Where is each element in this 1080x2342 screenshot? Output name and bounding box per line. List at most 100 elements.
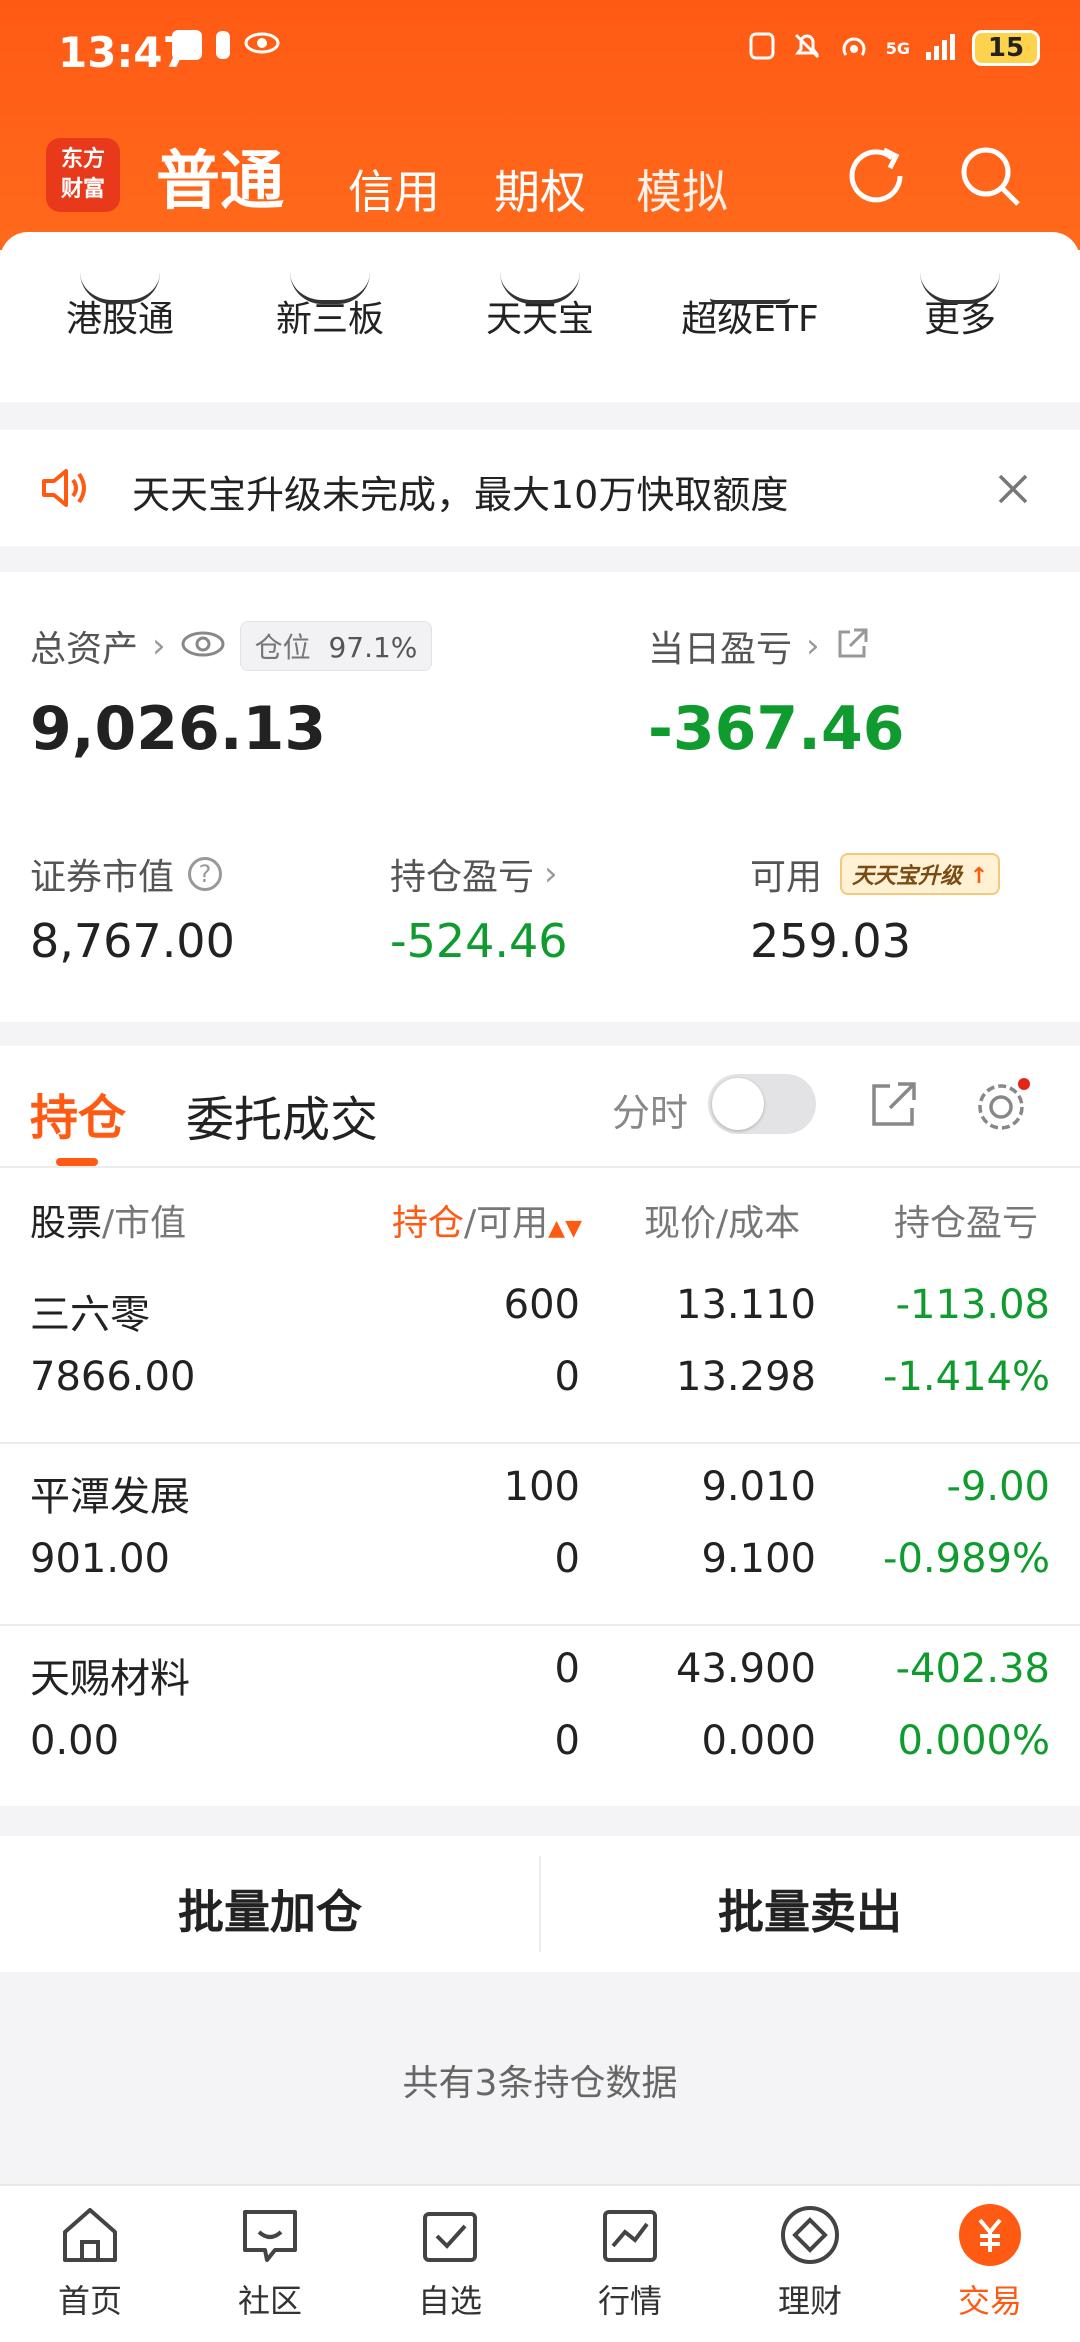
current-price: 9.010 (701, 1464, 816, 1510)
available-label: 可用 (750, 857, 823, 898)
app-logo[interactable]: 东方 财富 (46, 138, 120, 212)
status-right-icons: 5G 15 (748, 30, 1040, 66)
column-stock-mv: 股票/市值 (30, 1194, 186, 1246)
chat-icon (235, 2200, 305, 2270)
eye-icon (244, 31, 280, 59)
tab-options[interactable]: 期权 (494, 156, 586, 222)
holding-pl-pct: 0.000% (897, 1718, 1050, 1764)
sort-icon: ▲▼ (548, 1216, 582, 1241)
notice-text: 天天宝升级未完成，最大10万快取额度 (132, 473, 789, 517)
holding-pl-row[interactable]: 持仓盈亏 › (390, 848, 558, 900)
divider (0, 1442, 1080, 1444)
nav-label: 社区 (237, 2282, 302, 2320)
help-icon[interactable]: ? (188, 857, 223, 891)
total-assets-value: 9,026.13 (30, 694, 327, 764)
column-price-cost[interactable]: 现价/成本 (644, 1194, 800, 1246)
shortcut-bar: 港股通 新三板 天天宝 超级ETF 更多 (0, 232, 1080, 402)
nav-wealth[interactable]: 理财 (720, 2196, 900, 2322)
share-icon[interactable] (834, 626, 870, 666)
available-value: 259.03 (750, 914, 911, 968)
shortcut-super-etf[interactable]: 超级ETF (642, 290, 858, 342)
shortcut-hk-connect[interactable]: 港股通 (12, 290, 228, 342)
quantity: 0 (554, 1646, 580, 1692)
etf-icon (710, 240, 790, 304)
batch-sell-button[interactable]: 批量卖出 (540, 1876, 1080, 1942)
column-holding-pl[interactable]: 持仓盈亏 (894, 1194, 1054, 1246)
settings-icon[interactable] (972, 1076, 1030, 1138)
eye-icon[interactable] (180, 629, 226, 663)
tab-normal[interactable]: 普通 (156, 130, 284, 222)
status-bar: 13:47 5G 15 (0, 0, 1080, 110)
holding-pl-label: 持仓盈亏 (390, 857, 535, 898)
holding-pl: -113.08 (895, 1282, 1050, 1328)
cost-price: 13.298 (676, 1354, 816, 1400)
available-qty: 0 (554, 1718, 580, 1764)
tab-indicator (56, 1158, 98, 1166)
signal-bars-icon (926, 32, 956, 64)
shortcut-tiantianbao[interactable]: 天天宝 (432, 290, 648, 342)
toggle-knob (712, 1078, 764, 1130)
daily-pl-row[interactable]: 当日盈亏 › (648, 620, 870, 672)
column-label: /可用 (464, 1203, 549, 1244)
tab-credit[interactable]: 信用 (348, 156, 440, 222)
fenshi-label: 分时 (612, 1091, 689, 1135)
nav-trade[interactable]: 交易 (900, 2196, 1080, 2322)
nav-market[interactable]: 行情 (540, 2196, 720, 2322)
holding-pl-value: -524.46 (390, 914, 568, 968)
chevron-right-icon: › (544, 854, 558, 894)
fenshi-toggle[interactable] (708, 1074, 816, 1134)
holding-pl-pct: -0.989% (883, 1536, 1050, 1582)
position-label: 仓位 (254, 631, 311, 664)
home-icon (55, 2200, 125, 2270)
column-label: /市值 (102, 1203, 187, 1244)
table-row[interactable]: 天赐材料 0.00 0 0 43.900 0.000 -402.38 0.000… (0, 1634, 1080, 1804)
nav-label: 交易 (957, 2282, 1022, 2320)
diamond-icon (775, 2200, 845, 2270)
nav-home[interactable]: 首页 (0, 2196, 180, 2322)
stock-name: 平潭发展 (30, 1474, 190, 1520)
column-label: 股票 (30, 1203, 103, 1244)
top-nav: 东方 财富 普通 信用 期权 模拟 (0, 118, 1080, 228)
trade-icon (955, 2200, 1025, 2270)
current-price: 13.110 (676, 1282, 816, 1328)
nav-watchlist[interactable]: 自选 (360, 2196, 540, 2322)
share-icon[interactable] (868, 1078, 920, 1134)
nav-label: 自选 (417, 2282, 482, 2320)
assets-panel: 总资产 › 仓位 97.1% 9,026.13 当日盈亏 › -367.46 证… (0, 572, 1080, 1022)
tab-holdings[interactable]: 持仓 (30, 1078, 126, 1148)
search-icon[interactable] (952, 138, 1028, 214)
signal-icon: 5G (885, 38, 910, 58)
total-assets-row[interactable]: 总资产 › 仓位 97.1% (30, 620, 433, 672)
upgrade-badge[interactable]: 天天宝升级 ↑ (840, 853, 1001, 895)
stock-name: 天赐材料 (30, 1656, 190, 1702)
market-value: 901.00 (30, 1536, 170, 1582)
position-badge: 仓位 97.1% (239, 621, 433, 671)
nav-label: 首页 (57, 2282, 122, 2320)
shortcut-label: 天天宝 (485, 299, 594, 340)
holding-pl: -9.00 (946, 1464, 1051, 1510)
tab-simulated[interactable]: 模拟 (636, 156, 728, 222)
shortcut-neeq[interactable]: 新三板 (222, 290, 438, 342)
close-icon[interactable] (996, 472, 1030, 510)
daily-pl-value: -367.46 (648, 694, 905, 764)
market-value-label: 证券市值 (30, 857, 175, 898)
battery-icon: 15 (972, 30, 1040, 66)
nfc-icon (748, 31, 776, 65)
holding-pl: -402.38 (895, 1646, 1050, 1692)
shortcut-more[interactable]: 更多 (852, 290, 1068, 342)
refresh-icon[interactable] (838, 138, 914, 214)
nav-label: 行情 (597, 2282, 662, 2320)
nav-community[interactable]: 社区 (180, 2196, 360, 2322)
chevron-right-icon: › (152, 626, 166, 666)
total-assets-label: 总资产 (30, 629, 139, 670)
tab-orders[interactable]: 委托成交 (186, 1080, 378, 1150)
table-row[interactable]: 平潭发展 901.00 100 0 9.010 9.100 -9.00 -0.9… (0, 1452, 1080, 1630)
column-label: 持仓 (392, 1203, 465, 1244)
batch-add-button[interactable]: 批量加仓 (0, 1876, 540, 1942)
arrow-up-icon: ↑ (962, 864, 989, 889)
notice-banner[interactable]: 天天宝升级未完成，最大10万快取额度 (0, 430, 1080, 546)
market-value-row: 证券市值 ? (30, 848, 223, 900)
table-row[interactable]: 三六零 7866.00 600 0 13.110 13.298 -113.08 … (0, 1270, 1080, 1448)
app-notification-icon (172, 30, 202, 60)
column-qty-avail[interactable]: 持仓/可用▲▼ (392, 1194, 582, 1246)
